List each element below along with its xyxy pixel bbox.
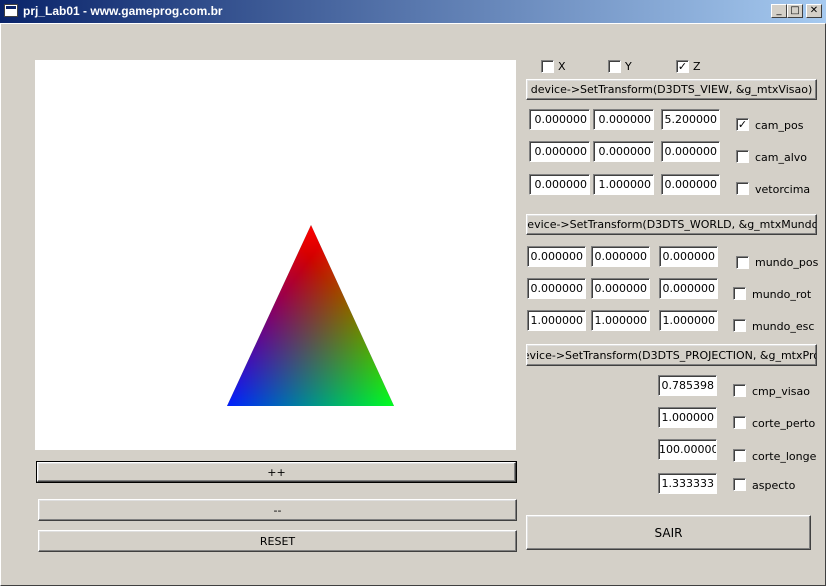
aspecto-checkbox[interactable] — [733, 478, 746, 491]
rgb-triangle — [227, 225, 394, 406]
mundo-esc-checkbox[interactable] — [733, 319, 746, 332]
cam-pos-x-field[interactable]: 0.000000 — [529, 109, 590, 130]
axis-z-check-mark: ✓ — [677, 60, 688, 73]
corte-perto-field[interactable]: 1.000000 — [658, 407, 717, 428]
exit-button[interactable]: SAIR — [526, 515, 811, 550]
cam-pos-z-field[interactable]: 5.200000 — [661, 109, 720, 130]
cam-alvo-x-field[interactable]: 0.000000 — [529, 141, 590, 162]
aspecto-field[interactable]: 1.333333 — [658, 473, 717, 494]
corte-perto-checkbox[interactable] — [733, 416, 746, 429]
triangle-green-layer — [227, 225, 394, 406]
axis-z-checkbox[interactable]: ✓ — [676, 60, 689, 73]
axis-x-checkbox[interactable] — [541, 60, 554, 73]
cam-pos-checkbox[interactable]: ✓ — [736, 118, 749, 131]
axis-y-label: Y — [625, 60, 632, 73]
render-viewport[interactable] — [35, 60, 516, 450]
vetorcima-z-field[interactable]: 0.000000 — [661, 174, 720, 195]
vetorcima-checkbox[interactable] — [736, 182, 749, 195]
cam-pos-label: cam_pos — [755, 119, 804, 132]
mundo-rot-y-field[interactable]: 0.000000 — [591, 278, 650, 299]
vetorcima-label: vetorcima — [755, 183, 811, 196]
reset-button[interactable]: RESET — [38, 530, 517, 552]
mundo-esc-y-field[interactable]: 1.000000 — [591, 310, 650, 331]
corte-longe-label: corte_longe — [752, 450, 817, 463]
cam-pos-y-field[interactable]: 0.000000 — [593, 109, 654, 130]
set-view-transform-button[interactable]: device->SetTransform(D3DTS_VIEW, &g_mtxV… — [526, 79, 817, 100]
app-icon — [4, 4, 18, 17]
cam-alvo-label: cam_alvo — [755, 151, 808, 164]
vetorcima-x-field[interactable]: 0.000000 — [529, 174, 590, 195]
corte-longe-field[interactable]: 100.000000 — [658, 439, 717, 460]
mundo-pos-y-field[interactable]: 0.000000 — [591, 246, 650, 267]
increment-button[interactable]: ++ — [36, 461, 517, 483]
mundo-pos-z-field[interactable]: 0.000000 — [659, 246, 718, 267]
decrement-button[interactable]: -- — [38, 499, 517, 521]
aspecto-label: aspecto — [752, 479, 796, 492]
mundo-esc-z-field[interactable]: 1.000000 — [659, 310, 718, 331]
cmp-visao-field[interactable]: 0.785398 — [658, 375, 717, 396]
set-world-transform-button[interactable]: device->SetTransform(D3DTS_WORLD, &g_mtx… — [526, 214, 817, 235]
cam-alvo-z-field[interactable]: 0.000000 — [661, 141, 720, 162]
cmp-visao-label: cmp_visao — [752, 385, 811, 398]
axis-x-label: X — [558, 60, 566, 73]
axis-z-label: Z — [693, 60, 701, 73]
cam-alvo-y-field[interactable]: 0.000000 — [593, 141, 654, 162]
set-projection-transform-button[interactable]: device->SetTransform(D3DTS_PROJECTION, &… — [526, 344, 817, 366]
mundo-rot-label: mundo_rot — [752, 288, 812, 301]
title-bar[interactable]: prj_Lab01 - www.gameprog.com.br _ □ ✕ — [0, 0, 826, 23]
window-title: prj_Lab01 - www.gameprog.com.br — [23, 4, 223, 18]
mundo-esc-label: mundo_esc — [752, 320, 815, 333]
minimize-button[interactable]: _ — [771, 4, 787, 18]
maximize-button[interactable]: □ — [787, 4, 803, 18]
corte-perto-label: corte_perto — [752, 417, 816, 430]
mundo-rot-z-field[interactable]: 0.000000 — [659, 278, 718, 299]
mundo-rot-checkbox[interactable] — [733, 287, 746, 300]
corte-longe-checkbox[interactable] — [733, 449, 746, 462]
cmp-visao-checkbox[interactable] — [733, 384, 746, 397]
mundo-pos-checkbox[interactable] — [736, 256, 749, 269]
cam-alvo-checkbox[interactable] — [736, 150, 749, 163]
mundo-esc-x-field[interactable]: 1.000000 — [527, 310, 586, 331]
mundo-pos-x-field[interactable]: 0.000000 — [527, 246, 586, 267]
mundo-rot-x-field[interactable]: 0.000000 — [527, 278, 586, 299]
close-button[interactable]: ✕ — [806, 4, 822, 18]
vetorcima-y-field[interactable]: 1.000000 — [593, 174, 654, 195]
mundo-pos-label: mundo_pos — [755, 256, 819, 269]
axis-y-checkbox[interactable] — [608, 60, 621, 73]
